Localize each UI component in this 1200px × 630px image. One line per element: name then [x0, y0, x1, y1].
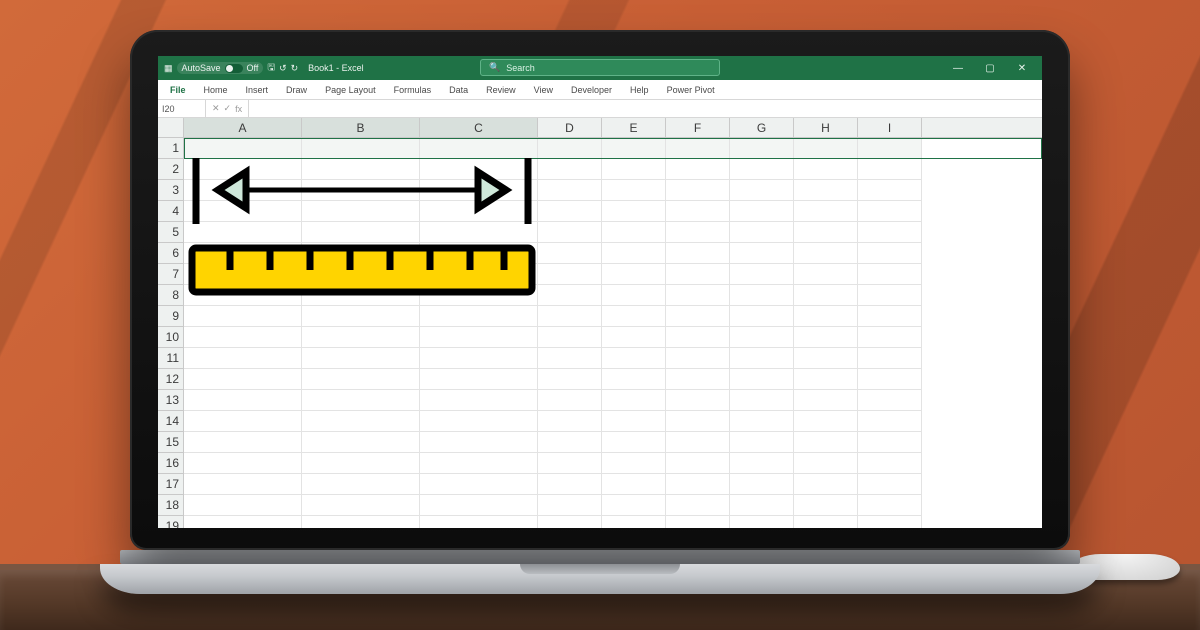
autosave-toggle[interactable]: AutoSave Off — [177, 62, 264, 74]
column-header-c[interactable]: C — [420, 118, 538, 137]
row-header-13[interactable]: 13 — [158, 390, 183, 411]
search-icon: 🔍 — [489, 62, 500, 73]
tab-file[interactable]: File — [166, 83, 190, 97]
column-header-g[interactable]: G — [730, 118, 794, 137]
row-headers: 12345678910111213141516171819 — [158, 138, 184, 528]
row-header-18[interactable]: 18 — [158, 495, 183, 516]
ribbon-tabs: File Home Insert Draw Page Layout Formul… — [158, 80, 1042, 100]
fx-icon[interactable]: fx — [235, 104, 242, 114]
autosave-state: Off — [247, 63, 259, 73]
name-box-value: I20 — [162, 104, 175, 114]
redo-icon[interactable]: ↻ — [291, 63, 299, 74]
column-header-e[interactable]: E — [602, 118, 666, 137]
save-icon[interactable]: 🖫 — [267, 60, 275, 76]
row-header-10[interactable]: 10 — [158, 327, 183, 348]
row-header-12[interactable]: 12 — [158, 369, 183, 390]
tab-view[interactable]: View — [530, 83, 557, 97]
column-header-a[interactable]: A — [184, 118, 302, 137]
formula-input[interactable] — [249, 100, 1042, 117]
row-header-2[interactable]: 2 — [158, 159, 183, 180]
enter-icon[interactable]: ✓ — [224, 103, 232, 114]
tab-developer[interactable]: Developer — [567, 83, 616, 97]
column-header-h[interactable]: H — [794, 118, 858, 137]
screen-content: ▦ AutoSave Off 🖫 ↺ ↻ Book1 - Excel 🔍 Sea… — [158, 56, 1042, 528]
tab-insert[interactable]: Insert — [242, 83, 273, 97]
select-all-corner[interactable] — [158, 118, 184, 138]
row-header-1[interactable]: 1 — [158, 138, 183, 159]
name-box[interactable]: I20 — [158, 100, 206, 117]
tab-review[interactable]: Review — [482, 83, 520, 97]
row-header-14[interactable]: 14 — [158, 411, 183, 432]
cells-area[interactable] — [184, 138, 1042, 528]
fx-controls: ✕ ✓ fx — [206, 100, 249, 117]
toggle-icon — [225, 64, 243, 73]
row-header-11[interactable]: 11 — [158, 348, 183, 369]
row-header-19[interactable]: 19 — [158, 516, 183, 528]
row-header-6[interactable]: 6 — [158, 243, 183, 264]
autosave-label: AutoSave — [182, 63, 221, 73]
laptop-screen-bezel: ▦ AutoSave Off 🖫 ↺ ↻ Book1 - Excel 🔍 Sea… — [130, 30, 1070, 550]
tab-data[interactable]: Data — [445, 83, 472, 97]
column-header-b[interactable]: B — [302, 118, 420, 137]
tab-formulas[interactable]: Formulas — [390, 83, 436, 97]
spreadsheet-grid: ABCDEFGHI 12345678910111213141516171819 — [158, 118, 1042, 528]
column-header-f[interactable]: F — [666, 118, 730, 137]
maximize-button[interactable]: ▢ — [974, 56, 1006, 80]
row-header-9[interactable]: 9 — [158, 306, 183, 327]
column-header-i[interactable]: I — [858, 118, 922, 137]
row-header-7[interactable]: 7 — [158, 264, 183, 285]
search-placeholder: Search — [506, 63, 535, 73]
row-header-4[interactable]: 4 — [158, 201, 183, 222]
title-bar: ▦ AutoSave Off 🖫 ↺ ↻ Book1 - Excel 🔍 Sea… — [158, 56, 1042, 80]
tab-draw[interactable]: Draw — [282, 83, 311, 97]
close-button[interactable]: ✕ — [1006, 56, 1038, 80]
row-header-8[interactable]: 8 — [158, 285, 183, 306]
cancel-icon[interactable]: ✕ — [212, 103, 220, 114]
column-header-d[interactable]: D — [538, 118, 602, 137]
laptop-base — [100, 564, 1100, 594]
column-headers: ABCDEFGHI — [184, 118, 1042, 138]
row-header-16[interactable]: 16 — [158, 453, 183, 474]
tab-page-layout[interactable]: Page Layout — [321, 83, 380, 97]
laptop-hinge — [120, 550, 1080, 564]
row-header-17[interactable]: 17 — [158, 474, 183, 495]
tab-home[interactable]: Home — [200, 83, 232, 97]
formula-bar: I20 ✕ ✓ fx — [158, 100, 1042, 118]
row-header-5[interactable]: 5 — [158, 222, 183, 243]
tab-power-pivot[interactable]: Power Pivot — [663, 83, 719, 97]
tab-help[interactable]: Help — [626, 83, 653, 97]
row-header-3[interactable]: 3 — [158, 180, 183, 201]
laptop: ▦ AutoSave Off 🖫 ↺ ↻ Book1 - Excel 🔍 Sea… — [130, 30, 1070, 594]
quick-access-toolbar: ▦ AutoSave Off 🖫 ↺ ↻ Book1 - Excel — [164, 60, 364, 76]
row-header-15[interactable]: 15 — [158, 432, 183, 453]
minimize-button[interactable]: — — [942, 56, 974, 80]
excel-app-icon: ▦ — [164, 63, 173, 74]
document-title: Book1 - Excel — [308, 63, 364, 73]
undo-icon[interactable]: ↺ — [279, 63, 287, 74]
search-input[interactable]: 🔍 Search — [480, 59, 720, 76]
window-controls: — ▢ ✕ — [942, 56, 1038, 80]
